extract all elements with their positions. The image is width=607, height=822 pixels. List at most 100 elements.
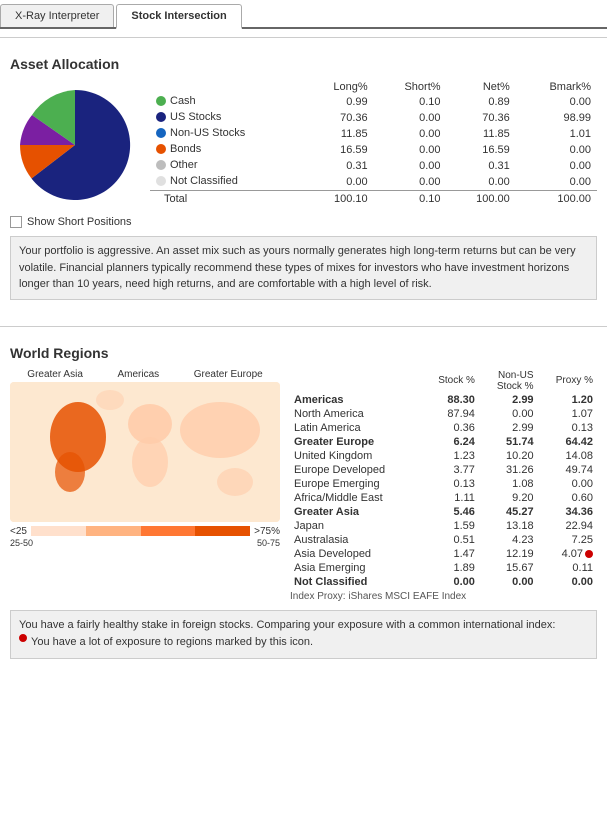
world-regions-section: World Regions Greater Asia Americas Grea… <box>0 335 607 677</box>
region-label: North America <box>290 407 420 421</box>
asset-color-dot <box>156 96 166 106</box>
asset-label: Not Classified <box>170 175 238 187</box>
world-table-row: Greater Europe 6.24 51.74 64.42 <box>290 435 597 449</box>
world-table-row: Americas 88.30 2.99 1.20 <box>290 393 597 407</box>
region-nonus: 2.99 <box>479 421 538 435</box>
world-table-row: Asia Developed 1.47 12.19 4.07 <box>290 547 597 561</box>
region-nonus: 10.20 <box>479 449 538 463</box>
label-americas: Americas <box>117 369 159 380</box>
region-stock: 0.00 <box>420 575 479 589</box>
asset-label-cell: US Stocks <box>150 110 303 126</box>
region-proxy: 22.94 <box>538 519 597 533</box>
asset-short: 0.00 <box>374 110 447 126</box>
show-short-row: Show Short Positions <box>10 216 597 228</box>
region-label: Australasia <box>290 533 420 547</box>
asset-net: 0.31 <box>447 158 516 174</box>
col-net: Net% <box>447 80 516 94</box>
world-table-row: Europe Developed 3.77 31.26 49.74 <box>290 463 597 477</box>
label-greater-asia: Greater Asia <box>27 369 83 380</box>
region-stock: 1.89 <box>420 561 479 575</box>
region-label: Asia Developed <box>290 547 420 561</box>
wt-col-stock: Stock % <box>420 369 479 393</box>
world-regions-title: World Regions <box>10 345 597 361</box>
region-dot <box>585 550 593 558</box>
world-info-text1: You have a fairly healthy stake in forei… <box>19 619 555 631</box>
asset-long: 0.00 <box>303 174 373 191</box>
region-proxy: 7.25 <box>538 533 597 547</box>
asset-net: 70.36 <box>447 110 516 126</box>
region-label: Greater Europe <box>290 435 420 449</box>
world-content: Greater Asia Americas Greater Europe <box>10 369 597 602</box>
asset-short: 0.10 <box>374 94 447 110</box>
world-table-row: Latin America 0.36 2.99 0.13 <box>290 421 597 435</box>
red-dot-icon <box>19 634 27 642</box>
region-label: Latin America <box>290 421 420 435</box>
region-stock: 1.47 <box>420 547 479 561</box>
region-stock: 88.30 <box>420 393 479 407</box>
asset-pie-chart <box>10 80 140 210</box>
region-nonus: 2.99 <box>479 393 538 407</box>
col-short: Short% <box>374 80 447 94</box>
asset-table: Long% Short% Net% Bmark% Cash 0.99 0.10 … <box>150 80 597 206</box>
region-stock: 1.11 <box>420 491 479 505</box>
region-proxy: 0.00 <box>538 477 597 491</box>
total-net: 100.00 <box>447 191 516 207</box>
region-proxy: 0.00 <box>538 575 597 589</box>
asset-color-dot <box>156 112 166 122</box>
legend-25-50: 25-50 <box>10 538 33 548</box>
tab-xray[interactable]: X-Ray Interpreter <box>0 4 114 27</box>
region-stock: 0.13 <box>420 477 479 491</box>
asset-label: US Stocks <box>170 111 221 123</box>
label-greater-europe: Greater Europe <box>194 369 263 380</box>
asset-long: 70.36 <box>303 110 373 126</box>
region-proxy: 1.20 <box>538 393 597 407</box>
asset-info-box: Your portfolio is aggressive. An asset m… <box>10 236 597 300</box>
asset-table-row: Cash 0.99 0.10 0.89 0.00 <box>150 94 597 110</box>
asset-table-row: Not Classified 0.00 0.00 0.00 0.00 <box>150 174 597 191</box>
col-long: Long% <box>303 80 373 94</box>
world-table-row: Greater Asia 5.46 45.27 34.36 <box>290 505 597 519</box>
region-proxy: 34.36 <box>538 505 597 519</box>
asset-bmark: 0.00 <box>516 142 597 158</box>
world-table-row: Asia Emerging 1.89 15.67 0.11 <box>290 561 597 575</box>
asset-label: Non-US Stocks <box>170 127 245 139</box>
col-bmark: Bmark% <box>516 80 597 94</box>
world-table-row: United Kingdom 1.23 10.20 14.08 <box>290 449 597 463</box>
asset-label: Cash <box>170 95 196 107</box>
asset-allocation-content: Long% Short% Net% Bmark% Cash 0.99 0.10 … <box>10 80 597 210</box>
region-proxy: 49.74 <box>538 463 597 477</box>
region-labels: Greater Asia Americas Greater Europe <box>10 369 280 380</box>
region-nonus: 45.27 <box>479 505 538 519</box>
region-label: Americas <box>290 393 420 407</box>
asset-bmark: 0.00 <box>516 158 597 174</box>
region-proxy: 0.60 <box>538 491 597 505</box>
asset-color-dot <box>156 128 166 138</box>
world-table-row: Europe Emerging 0.13 1.08 0.00 <box>290 477 597 491</box>
world-table-row: Japan 1.59 13.18 22.94 <box>290 519 597 533</box>
index-note: Index Proxy: iShares MSCI EAFE Index <box>290 591 597 602</box>
total-short: 0.10 <box>374 191 447 207</box>
region-nonus: 0.00 <box>479 407 538 421</box>
world-table: Stock % Non-USStock % Proxy % Americas 8… <box>290 369 597 589</box>
region-nonus: 4.23 <box>479 533 538 547</box>
asset-table-row: Other 0.31 0.00 0.31 0.00 <box>150 158 597 174</box>
asset-short: 0.00 <box>374 142 447 158</box>
region-label: Europe Emerging <box>290 477 420 491</box>
total-bmark: 100.00 <box>516 191 597 207</box>
legend-50-75: 50-75 <box>257 538 280 548</box>
asset-allocation-title: Asset Allocation <box>10 56 597 72</box>
asset-color-dot <box>156 144 166 154</box>
tab-stock-intersection[interactable]: Stock Intersection <box>116 4 241 29</box>
region-label: Europe Developed <box>290 463 420 477</box>
region-stock: 0.36 <box>420 421 479 435</box>
region-proxy: 1.07 <box>538 407 597 421</box>
world-table-row: North America 87.94 0.00 1.07 <box>290 407 597 421</box>
show-short-checkbox[interactable] <box>10 216 22 228</box>
world-table-row: Africa/Middle East 1.11 9.20 0.60 <box>290 491 597 505</box>
asset-long: 16.59 <box>303 142 373 158</box>
region-label: Greater Asia <box>290 505 420 519</box>
region-stock: 1.23 <box>420 449 479 463</box>
region-proxy: 4.07 <box>538 547 597 561</box>
asset-short: 0.00 <box>374 174 447 191</box>
asset-label-cell: Bonds <box>150 142 303 158</box>
